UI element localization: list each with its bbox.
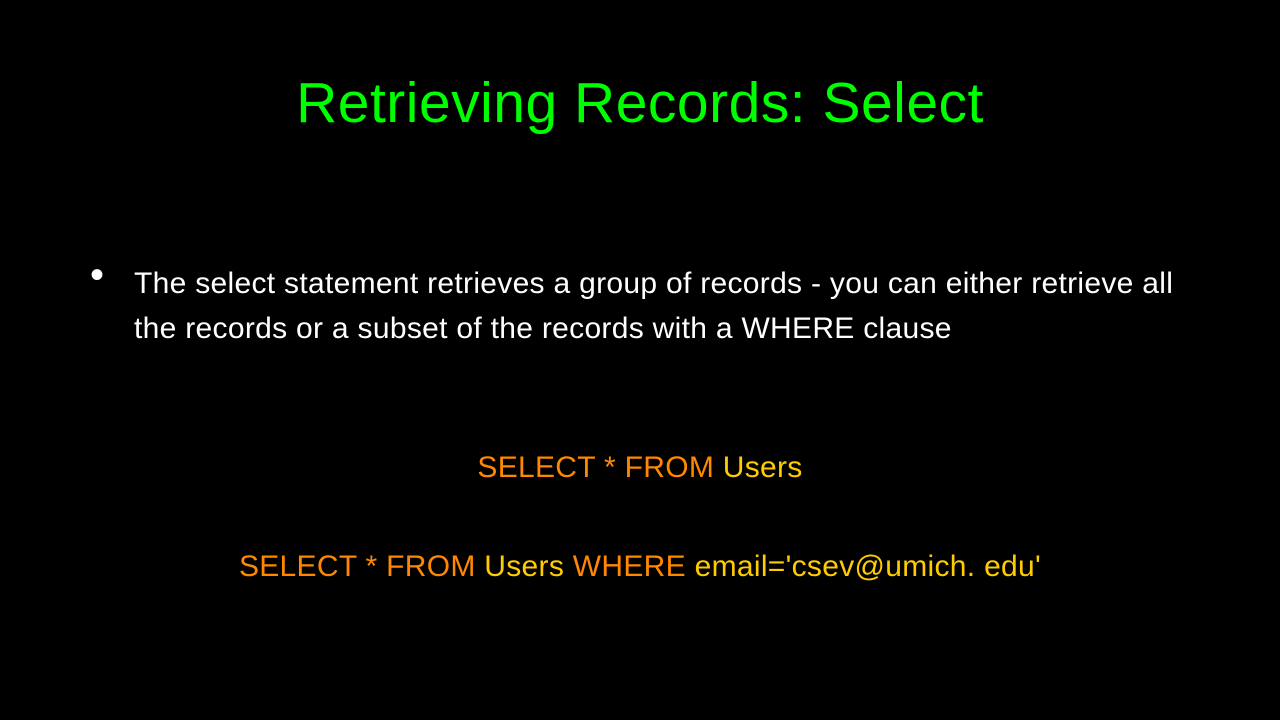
bullet-text: The select statement retrieves a group o… [134,261,1190,351]
bullet-marker: • [90,255,104,295]
code-example-1: SELECT * FROM Users [90,451,1190,485]
slide-title: Retrieving Records: Select [0,0,1280,136]
sql-keyword: SELECT * FROM [477,451,722,484]
sql-keyword: SELECT * FROM [239,550,484,583]
sql-table: Users [723,451,803,484]
sql-table: Users [484,550,572,583]
code-example-2: SELECT * FROM Users WHERE email='csev@um… [90,485,1190,584]
slide-content: • The select statement retrieves a group… [0,136,1280,584]
sql-condition: email='csev@umich. edu' [695,550,1041,583]
sql-keyword: WHERE [573,550,695,583]
bullet-item: • The select statement retrieves a group… [90,261,1190,351]
slide-container: Retrieving Records: Select • The select … [0,0,1280,720]
code-section: SELECT * FROM Users SELECT * FROM Users … [90,351,1190,584]
